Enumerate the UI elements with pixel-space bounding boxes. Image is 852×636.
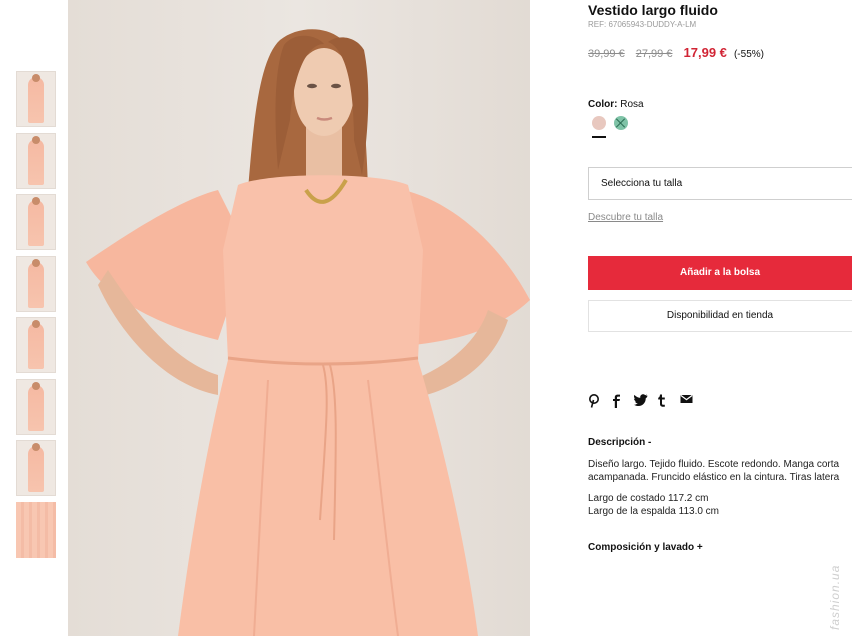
- store-availability-button[interactable]: Disponibilidad en tienda: [588, 300, 852, 332]
- model-photo: [86, 29, 530, 636]
- product-details-panel: Vestido largo fluido REF: 67065943-DUDDY…: [588, 0, 852, 636]
- description-line: Diseño largo. Tejido fluido. Escote redo…: [588, 459, 840, 470]
- size-guide-link[interactable]: Descubre tu talla: [588, 212, 663, 223]
- email-icon[interactable]: [680, 394, 703, 410]
- thumbnail-3[interactable]: [16, 194, 56, 250]
- size-select[interactable]: Selecciona tu talla: [588, 167, 852, 200]
- color-label-title: Color:: [588, 99, 618, 110]
- color-label: Color: Rosa: [588, 99, 644, 110]
- thumbnail-5[interactable]: [16, 317, 56, 373]
- description-toggle[interactable]: Descripción -: [588, 437, 651, 448]
- thumbnail-2[interactable]: [16, 132, 56, 189]
- price-block: 39,99 € 27,99 € 17,99 € (-55%): [588, 45, 764, 60]
- facebook-icon[interactable]: [611, 394, 634, 410]
- measurement-back-length: Largo de la espalda 113.0 cm: [588, 506, 720, 517]
- measurement-side-length: Largo de costado 117.2 cm: [588, 493, 709, 504]
- measurements: Largo de costado 117.2 cm Largo de la es…: [588, 492, 719, 518]
- thumbnail-6[interactable]: [16, 378, 56, 435]
- thumbnail-gallery: [16, 71, 56, 563]
- price-current: 17,99 €: [683, 45, 727, 60]
- thumbnail-7[interactable]: [16, 440, 56, 496]
- color-swatch-rosa[interactable]: [592, 116, 606, 130]
- price-original: 39,99 €: [588, 48, 625, 60]
- description-text: Diseño largo. Tejido fluido. Escote redo…: [588, 458, 852, 484]
- product-reference: REF: 67065943-DUDDY-A-LM: [588, 20, 697, 29]
- watermark: fashion.ua: [828, 564, 842, 630]
- main-product-image[interactable]: [68, 0, 530, 636]
- selected-swatch-indicator: [592, 136, 606, 138]
- price-previous: 27,99 €: [635, 48, 673, 60]
- twitter-icon[interactable]: [634, 394, 657, 410]
- thumbnail-4[interactable]: [16, 255, 56, 312]
- discount-badge: (-55%): [733, 49, 764, 60]
- composition-toggle[interactable]: Composición y lavado +: [588, 542, 703, 553]
- tumblr-icon[interactable]: [657, 394, 680, 410]
- pinterest-icon[interactable]: [588, 394, 611, 410]
- thumbnail-1[interactable]: [16, 71, 56, 127]
- description-line: acampanada. Fruncido elástico en la cint…: [588, 472, 840, 483]
- product-title: Vestido largo fluido: [588, 2, 718, 18]
- color-value: Rosa: [620, 99, 644, 110]
- color-swatch-unavailable[interactable]: [614, 116, 628, 130]
- add-to-bag-button[interactable]: Añadir a la bolsa: [588, 256, 852, 290]
- share-icons: [588, 394, 703, 410]
- thumbnail-8[interactable]: [16, 501, 56, 558]
